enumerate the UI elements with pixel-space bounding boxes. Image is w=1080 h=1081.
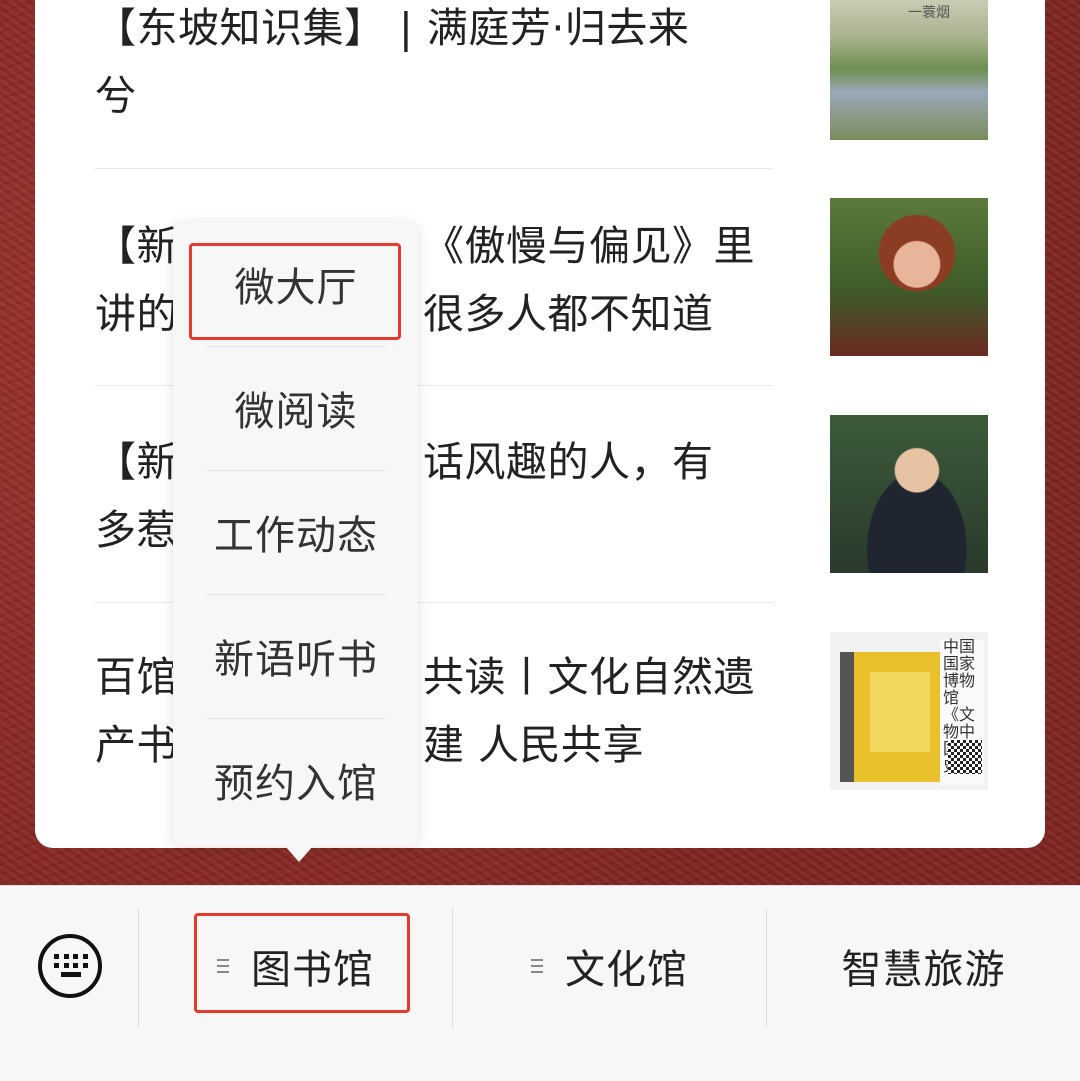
highlight-box — [189, 243, 401, 340]
menu-item-wei-yuedu[interactable]: 微阅读 — [207, 346, 385, 471]
menu-item-work-news[interactable]: 工作动态 — [207, 470, 385, 595]
article-title: 【东坡知识集】 | 满庭芳·归去来兮 — [95, 4, 690, 120]
bottom-menu-bar: 图书馆 文化馆 智慧旅游 — [0, 885, 1080, 1081]
tab-label: 智慧旅游 — [841, 947, 1006, 993]
article-thumbnail[interactable]: 一蓑烟 — [830, 0, 988, 140]
keyboard-toggle-icon[interactable] — [38, 934, 102, 998]
menu-lines-icon — [531, 955, 543, 977]
article-thumbnail[interactable] — [830, 198, 988, 356]
tab-culture-center[interactable]: 文化馆 — [453, 926, 766, 1006]
tab-label: 文化馆 — [565, 947, 688, 993]
highlight-box — [194, 913, 410, 1013]
popup-pointer — [285, 846, 313, 862]
article-thumbnail[interactable] — [830, 415, 988, 573]
book-box-front — [870, 672, 930, 752]
article-thumbnail[interactable]: 中国国家博物馆《文物中国史》 — [830, 632, 988, 790]
divider — [95, 168, 773, 169]
tab-smart-tourism[interactable]: 智慧旅游 — [767, 926, 1080, 1006]
thumbnail-caption: 一蓑烟 — [908, 5, 950, 21]
qr-code-icon — [948, 740, 982, 774]
menu-item-audiobooks[interactable]: 新语听书 — [207, 594, 385, 719]
menu-item-reservation[interactable]: 预约入馆 — [207, 718, 385, 842]
article-item[interactable]: 【东坡知识集】 | 满庭芳·归去来兮 — [95, 0, 785, 130]
